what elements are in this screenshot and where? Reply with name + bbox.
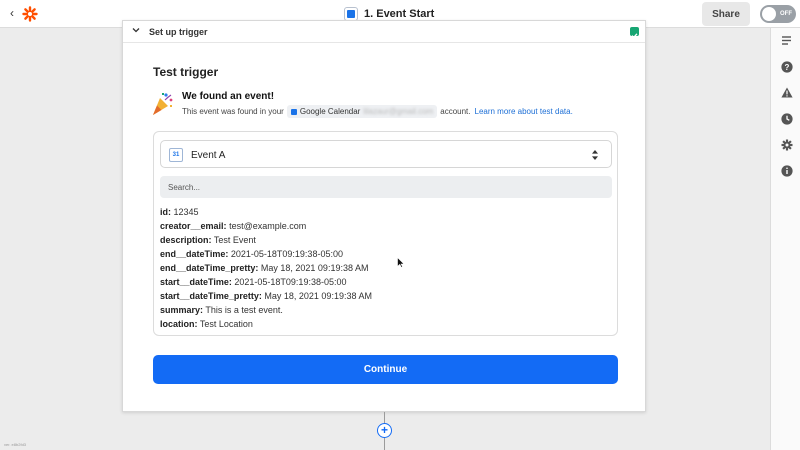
found-event-title: We found an event! bbox=[182, 91, 275, 102]
event-fields: id: 12345 creator__email: test@example.co… bbox=[160, 207, 372, 333]
list-icon[interactable] bbox=[780, 34, 793, 47]
zap-title-label: 1. Event Start bbox=[364, 8, 435, 20]
field-value: test@example.com bbox=[229, 221, 307, 231]
field-key: description: bbox=[160, 235, 212, 245]
svg-text:?: ? bbox=[784, 63, 789, 72]
field-row: start__dateTime: 2021-05-18T09:19:38-05:… bbox=[160, 277, 372, 291]
chevron-down-icon[interactable] bbox=[132, 26, 140, 34]
search-input[interactable] bbox=[160, 176, 612, 198]
field-key: id: bbox=[160, 207, 171, 217]
field-row: summary: This is a test event. bbox=[160, 305, 372, 319]
version-label: ver. e8b2fd3 bbox=[4, 442, 27, 447]
field-row: creator__email: test@example.com bbox=[160, 221, 372, 235]
continue-button[interactable]: Continue bbox=[153, 355, 618, 384]
field-row: id: 12345 bbox=[160, 207, 372, 221]
gear-icon[interactable] bbox=[780, 138, 793, 151]
add-step-button[interactable]: + bbox=[377, 423, 392, 438]
right-sidebar: ? bbox=[770, 28, 800, 450]
field-value: May 18, 2021 09:19:38 AM bbox=[264, 291, 372, 301]
found-suffix: account. bbox=[440, 107, 471, 116]
zapier-logo-icon[interactable] bbox=[22, 6, 38, 22]
calendar-icon bbox=[344, 7, 358, 21]
field-key: end__dateTime: bbox=[160, 249, 229, 259]
field-key: start__dateTime: bbox=[160, 277, 232, 287]
account-app-name: Google Calendar bbox=[299, 107, 361, 116]
event-select-value: Event A bbox=[191, 150, 226, 161]
field-row: location: Test Location bbox=[160, 319, 372, 333]
account-email: lilazaur@gmail.com bbox=[363, 107, 434, 116]
google-calendar-icon bbox=[290, 108, 297, 115]
field-value: Test Event bbox=[213, 235, 256, 245]
account-pill[interactable]: Google Calendar lilazaur@gmail.com bbox=[286, 105, 438, 118]
check-icon bbox=[630, 27, 639, 39]
field-key: start__dateTime_pretty: bbox=[160, 291, 262, 301]
share-button[interactable]: Share bbox=[702, 2, 750, 26]
select-arrows-icon bbox=[592, 150, 598, 160]
card-header-title: Set up trigger bbox=[149, 27, 208, 37]
field-value: 12345 bbox=[173, 207, 199, 217]
field-value: May 18, 2021 09:19:38 AM bbox=[260, 263, 369, 273]
found-prefix: This event was found in your bbox=[182, 107, 284, 116]
toggle-label: OFF bbox=[780, 11, 792, 17]
field-value: 2021-05-18T09:19:38-05:00 bbox=[234, 277, 347, 287]
google-calendar-icon: 31 bbox=[169, 148, 183, 162]
field-key: creator__email: bbox=[160, 221, 227, 231]
clock-icon[interactable] bbox=[780, 112, 793, 125]
field-value: Test Location bbox=[199, 319, 253, 329]
alert-icon[interactable] bbox=[780, 86, 793, 99]
field-key: summary: bbox=[160, 305, 204, 315]
section-title: Test trigger bbox=[153, 65, 219, 79]
card-header[interactable]: Set up trigger bbox=[123, 21, 645, 43]
field-row: description: Test Event bbox=[160, 235, 372, 249]
info-icon[interactable] bbox=[780, 164, 793, 177]
found-event-description: This event was found in your Google Cale… bbox=[182, 105, 573, 118]
trigger-step-card: Set up trigger Test trigger We found an … bbox=[122, 20, 646, 412]
field-key: location: bbox=[160, 319, 198, 329]
party-popper-icon bbox=[153, 93, 173, 115]
learn-more-link[interactable]: Learn more about test data. bbox=[475, 107, 573, 116]
help-icon[interactable]: ? bbox=[780, 60, 793, 73]
back-icon[interactable]: ‹ bbox=[10, 6, 14, 20]
field-value: This is a test event. bbox=[205, 305, 283, 315]
field-row: end__dateTime: 2021-05-18T09:19:38-05:00 bbox=[160, 249, 372, 263]
on-off-toggle[interactable]: OFF bbox=[760, 5, 796, 23]
toggle-knob bbox=[762, 7, 776, 21]
event-select[interactable]: 31 Event A bbox=[160, 140, 612, 168]
field-key: end__dateTime_pretty: bbox=[160, 263, 259, 273]
field-value: 2021-05-18T09:19:38-05:00 bbox=[230, 249, 343, 259]
field-row: start__dateTime_pretty: May 18, 2021 09:… bbox=[160, 291, 372, 305]
test-data-panel: 31 Event A id: 12345creator__email: test… bbox=[153, 131, 618, 336]
field-row: end__dateTime_pretty: May 18, 2021 09:19… bbox=[160, 263, 372, 277]
mouse-cursor-icon bbox=[397, 257, 405, 268]
